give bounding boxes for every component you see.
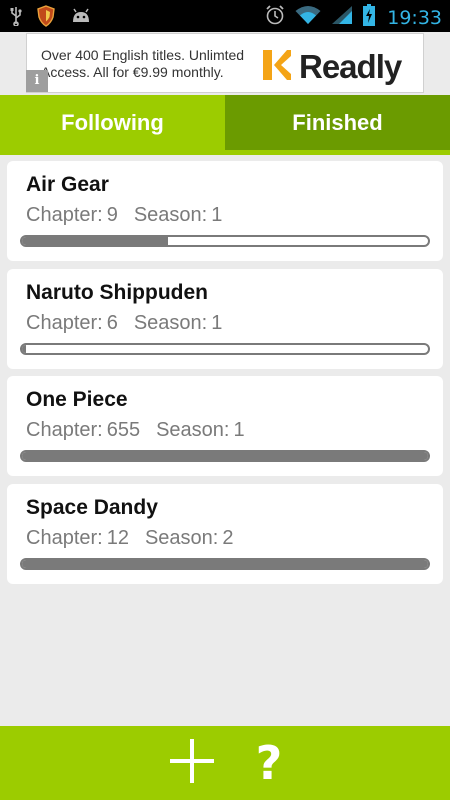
series-meta: Chapter: 12 Season: 2 xyxy=(26,527,233,550)
ad-info-icon[interactable]: i xyxy=(26,70,48,92)
readly-logo-icon xyxy=(263,49,291,85)
chapter-label: Chapter: xyxy=(26,419,103,441)
season-value: 2 xyxy=(222,526,234,549)
progress-fill xyxy=(22,452,428,460)
ad-text: Over 400 English titles. Unlimted Access… xyxy=(41,47,245,80)
wifi-icon xyxy=(295,5,321,30)
season-value: 1 xyxy=(211,311,223,334)
progress-fill xyxy=(22,237,169,245)
help-button[interactable]: ? xyxy=(256,736,283,790)
season-value: 1 xyxy=(233,419,245,441)
progress-fill xyxy=(22,344,27,353)
progress-bar xyxy=(20,557,430,570)
series-title: Space Dandy xyxy=(26,495,158,519)
tab-following[interactable]: Following xyxy=(0,95,225,151)
series-meta: Chapter: 655 Season: 1 xyxy=(26,419,245,442)
season-label: Season: xyxy=(144,526,219,549)
shield-app-icon xyxy=(36,5,56,32)
progress-fill xyxy=(22,559,428,568)
add-button[interactable] xyxy=(168,737,216,790)
help-icon: ? xyxy=(255,736,283,790)
ad-banner[interactable]: Over 400 English titles. Unlimted Access… xyxy=(26,33,424,93)
usb-icon xyxy=(10,6,22,31)
series-meta: Chapter: 9 Season: 1 xyxy=(26,204,222,227)
season-label: Season: xyxy=(133,204,208,226)
series-title: Air Gear xyxy=(26,173,109,196)
chapter-label: Chapter: xyxy=(26,204,103,226)
progress-bar xyxy=(20,450,430,462)
chapter-value: 655 xyxy=(106,419,141,441)
progress-bar xyxy=(20,342,430,355)
status-time: 19:33 xyxy=(387,6,442,29)
season-value: 1 xyxy=(211,204,223,226)
battery-charging-icon xyxy=(363,4,376,31)
series-list: Air Gear Chapter: 9 Season: 1 Naruto Shippu… xyxy=(7,161,443,591)
list-item[interactable]: Air Gear Chapter: 9 Season: 1 xyxy=(7,161,443,261)
series-title: Naruto Shippuden xyxy=(26,280,208,304)
list-item[interactable]: Space Dandy Chapter: 12 Season: 2 xyxy=(7,483,443,584)
tab-finished[interactable]: Finished xyxy=(225,95,450,151)
status-bar: 19:33 xyxy=(0,0,450,32)
chapter-value: 12 xyxy=(106,526,129,549)
bottom-action-bar: ? xyxy=(0,726,450,800)
series-title: One Piece xyxy=(26,388,128,411)
chapter-value: 6 xyxy=(106,311,118,334)
android-icon xyxy=(70,8,92,29)
list-item[interactable]: Naruto Shippuden Chapter: 6 Season: 1 xyxy=(7,268,443,369)
progress-bar xyxy=(20,235,430,247)
plus-icon xyxy=(168,737,216,790)
status-right-icons: 19:33 xyxy=(265,4,442,31)
tab-underline xyxy=(0,150,450,155)
status-left-icons xyxy=(10,5,92,32)
tab-bar: Following Finished xyxy=(0,95,450,151)
chapter-label: Chapter: xyxy=(26,526,103,549)
signal-icon xyxy=(331,5,353,30)
series-meta: Chapter: 6 Season: 1 xyxy=(26,312,222,335)
season-label: Season: xyxy=(133,311,208,334)
season-label: Season: xyxy=(156,419,230,441)
chapter-value: 9 xyxy=(106,204,118,226)
list-item[interactable]: One Piece Chapter: 655 Season: 1 xyxy=(7,376,443,476)
alarm-icon xyxy=(265,4,285,31)
ad-brand-logo: Readly xyxy=(263,48,402,86)
ad-brand: Readly xyxy=(299,48,402,85)
chapter-label: Chapter: xyxy=(26,311,103,334)
